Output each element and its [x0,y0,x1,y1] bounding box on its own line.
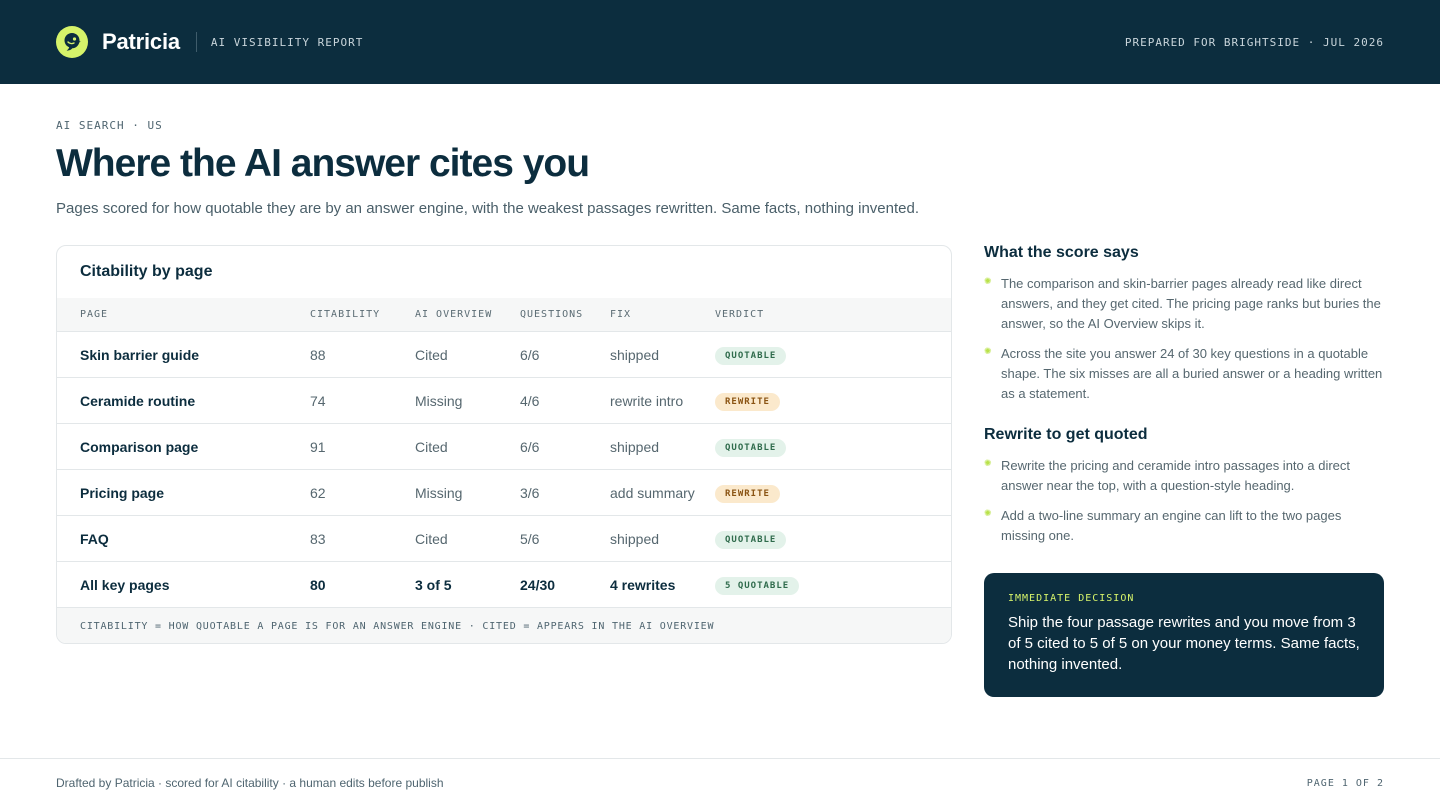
brand-name: Patricia [102,29,180,54]
decision-text: Ship the four passage rewrites and you m… [1008,614,1360,673]
page-title: Where the AI answer cites you [56,142,590,185]
column-header-ai-overview: AI OVERVIEW [415,309,493,320]
cell-fix: 4 rewrites [610,576,676,593]
bullet-text: Rewrite the pricing and ceramide intro p… [1001,458,1351,493]
column-header-questions: QUESTIONS [520,309,584,320]
cell-ai-overview: Missing [415,392,463,409]
cell-citability: 91 [310,438,326,455]
cell-fix: shipped [610,346,660,363]
table-title: Citability by page [80,263,213,280]
cell-page: All key pages [80,576,170,593]
cell-questions: 3/6 [520,484,540,501]
list-item: ✺ Add a two-line summary an engine can l… [984,506,1384,546]
page-number: PAGE 1 OF 2 [1306,778,1384,789]
column-header-citability: CITABILITY [310,309,381,320]
cell-citability: 88 [310,346,326,363]
bird-mascot-icon [56,26,88,58]
cell-fix: rewrite intro [610,392,684,409]
cell-fix: shipped [610,530,660,547]
verdict-badge: REWRITE [715,392,780,411]
bullet-star-icon: ✺ [984,508,992,518]
table-header-row: PAGE CITABILITY AI OVERVIEW QUESTIONS FI… [57,298,951,332]
verdict-badge: QUOTABLE [715,530,787,549]
footer-divider [0,758,1440,759]
cell-questions: 24/30 [520,576,556,593]
immediate-decision-callout: IMMEDIATE DECISION Ship the four passage… [984,573,1384,697]
bullet-star-icon: ✺ [984,276,992,286]
cell-ai-overview: Missing [415,484,463,501]
cell-questions: 5/6 [520,530,540,547]
table-footnote: CITABILITY = HOW QUOTABLE A PAGE IS FOR … [57,608,951,643]
cell-ai-overview: 3 of 5 [415,576,452,593]
table-row: Comparison page 91 Cited 6/6 shipped QUO… [57,424,951,470]
list-item: ✺ The comparison and skin-barrier pages … [984,274,1384,334]
cell-fix: shipped [610,438,660,455]
cell-citability: 62 [310,484,326,501]
table-row: Skin barrier guide 88 Cited 6/6 shipped … [57,332,951,378]
top-header-bar: Patricia AI VISIBILITY REPORT PREPARED F… [0,0,1440,84]
cell-ai-overview: Cited [415,346,448,363]
cell-citability: 83 [310,530,326,547]
cell-questions: 6/6 [520,438,540,455]
cell-citability: 74 [310,392,326,409]
bullet-text: Add a two-line summary an engine can lif… [1001,508,1342,543]
cell-questions: 4/6 [520,392,540,409]
bullet-star-icon: ✺ [984,346,992,356]
brand: Patricia AI VISIBILITY REPORT [56,26,363,58]
bullet-text: The comparison and skin-barrier pages al… [1001,276,1381,331]
rewrite-section-title: Rewrite to get quoted [984,426,1148,443]
cell-citability: 80 [310,576,326,593]
table-row: Ceramide routine 74 Missing 4/6 rewrite … [57,378,951,424]
cell-ai-overview: Cited [415,530,448,547]
score-section-title: What the score says [984,244,1139,261]
citability-table-card: Citability by page PAGE CITABILITY AI OV… [56,245,952,644]
eyebrow-label: AI SEARCH · US [56,119,163,132]
verdict-badge: 5 QUOTABLE [715,576,800,595]
insights-panel: What the score says ✺ The comparison and… [984,244,1384,556]
decision-label: IMMEDIATE DECISION [1008,593,1135,604]
table-row: FAQ 83 Cited 5/6 shipped QUOTABLE [57,516,951,562]
table-total-row: All key pages 80 3 of 5 24/30 4 rewrites… [57,562,951,608]
column-header-fix: FIX [610,309,632,320]
cell-page: Ceramide routine [80,392,196,409]
table-row: Pricing page 62 Missing 3/6 add summary … [57,470,951,516]
cell-fix: add summary [610,484,695,501]
brand-divider [195,32,197,52]
list-item: ✺ Across the site you answer 24 of 30 ke… [984,344,1384,404]
bullet-star-icon: ✺ [984,458,992,468]
verdict-badge: QUOTABLE [715,438,787,457]
column-header-verdict: VERDICT [715,309,765,320]
verdict-badge: REWRITE [715,484,780,503]
page-subtitle: Pages scored for how quotable they are b… [56,200,920,217]
cell-page: Skin barrier guide [80,346,200,363]
cell-page: Comparison page [80,438,199,455]
cell-questions: 6/6 [520,346,540,363]
bullet-text: Across the site you answer 24 of 30 key … [1001,346,1383,401]
verdict-badge: QUOTABLE [715,346,787,365]
cell-page: FAQ [80,530,109,547]
report-label: AI VISIBILITY REPORT [210,35,364,49]
prepared-for-label: PREPARED FOR BRIGHTSIDE · JUL 2026 [1124,35,1384,49]
list-item: ✺ Rewrite the pricing and ceramide intro… [984,456,1384,496]
footer-credit: Drafted by Patricia · scored for AI cita… [56,776,444,790]
cell-ai-overview: Cited [415,438,448,455]
column-header-page: PAGE [80,309,109,320]
cell-page: Pricing page [80,484,165,501]
